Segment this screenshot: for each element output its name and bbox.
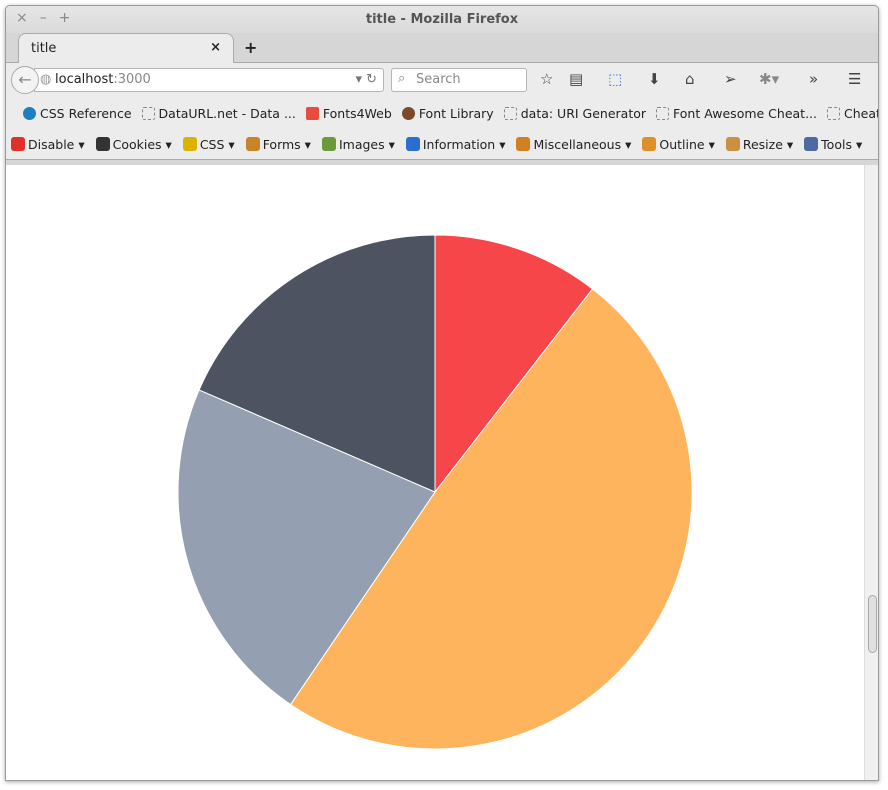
webdev-menu-miscellaneous[interactable]: Miscellaneous ▾: [516, 136, 631, 152]
web-developer-toolbar: Disable ▾ Cookies ▾ CSS ▾ Forms ▾ Images ▾ In…: [6, 129, 878, 160]
webdev-menu-information[interactable]: Information ▾: [405, 136, 505, 152]
home-icon[interactable]: ⌂: [685, 70, 695, 88]
reload-icon[interactable]: ▾ ↻: [355, 72, 377, 87]
bookmarks-toolbar: CSS Reference DataURL.net - Data ... Fon…: [6, 97, 878, 129]
scrollbar-thumb[interactable]: [868, 595, 877, 653]
bookmark-item[interactable]: Font Library: [401, 106, 494, 121]
new-tab-button[interactable]: +: [244, 38, 257, 57]
overflow-icon[interactable]: »: [809, 70, 818, 88]
firebug-icon[interactable]: ✱▾: [759, 70, 779, 88]
title-bar: × – + title - Mozilla Firefox: [6, 6, 878, 33]
tab-title[interactable]: title ×: [18, 33, 234, 64]
webdev-menu-images[interactable]: Images ▾: [321, 136, 395, 152]
download-icon[interactable]: ⬇: [648, 70, 661, 88]
nav-toolbar: ◍ localhost:3000 ▾ ↻ ← ⌕ Search ☆ ▤ ⬚ ⬇ ⌂…: [6, 63, 878, 97]
bookmark-item[interactable]: CSS Reference: [23, 106, 132, 121]
menu-icon: [405, 136, 420, 151]
webdev-menu-cookies[interactable]: Cookies ▾: [95, 136, 172, 152]
menu-icon: [321, 136, 336, 151]
webdev-menu-outline[interactable]: Outline ▾: [642, 136, 715, 152]
tab-strip: title × +: [6, 33, 878, 64]
vertical-scrollbar[interactable]: [864, 165, 878, 780]
webdev-menu-disable[interactable]: Disable ▾: [11, 136, 85, 152]
back-button[interactable]: ←: [11, 66, 39, 94]
url-bar[interactable]: ◍ localhost:3000 ▾ ↻: [34, 68, 384, 92]
bookmark-item[interactable]: Cheat Sheet: [827, 106, 878, 121]
search-icon: ⌕: [398, 71, 406, 86]
bookmark-item[interactable]: Font Awesome Cheat...: [656, 106, 817, 121]
close-tab-icon[interactable]: ×: [210, 40, 221, 55]
menu-icon: [11, 136, 25, 151]
menu-icon: [95, 136, 110, 151]
menu-icon: [725, 136, 740, 151]
webdev-menu-forms[interactable]: Forms ▾: [245, 136, 311, 152]
bookmark-star-icon[interactable]: ☆: [540, 70, 553, 88]
menu-icon: [245, 136, 260, 151]
menu-icon: [182, 136, 197, 151]
menu-icon: [516, 136, 531, 151]
reading-list-icon[interactable]: ▤: [569, 70, 583, 88]
webdev-menu-css[interactable]: CSS ▾: [182, 136, 235, 152]
search-input[interactable]: ⌕ Search: [391, 68, 527, 92]
bookmark-item[interactable]: Fonts4Web: [305, 106, 392, 121]
browser-window: × – + title - Mozilla Firefox title × + ◍…: [5, 5, 879, 781]
webdev-menu-tools[interactable]: Tools ▾: [804, 136, 862, 152]
url-port: :3000: [113, 72, 151, 87]
url-host: localhost: [55, 72, 114, 87]
menu-icon: [804, 136, 819, 151]
inspector-icon[interactable]: ⬚: [608, 70, 622, 88]
menu-icon: [642, 136, 657, 151]
pie-chart: [177, 234, 693, 750]
webdev-menu-resize[interactable]: Resize ▾: [725, 136, 793, 152]
tab-label: title: [31, 41, 57, 56]
menu-icon[interactable]: ☰: [848, 70, 861, 88]
page-content: [6, 165, 864, 780]
window-title: title - Mozilla Firefox: [365, 12, 519, 27]
send-icon[interactable]: ➢: [724, 70, 737, 88]
globe-icon: ◍: [40, 72, 52, 87]
bookmark-item[interactable]: DataURL.net - Data ...: [141, 106, 296, 121]
bookmark-item[interactable]: data: URI Generator: [503, 106, 646, 121]
